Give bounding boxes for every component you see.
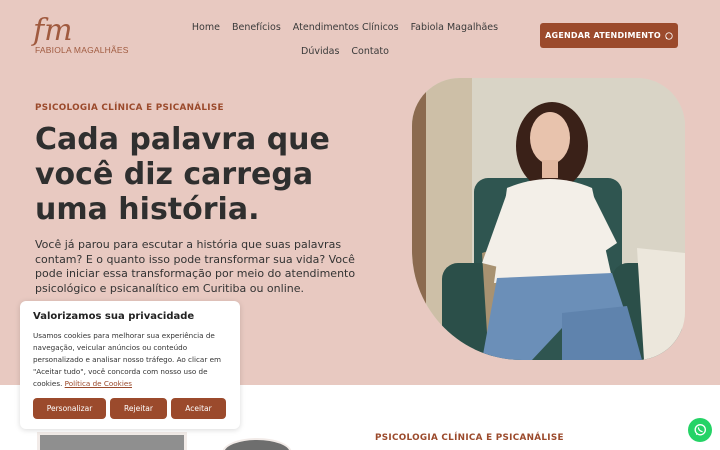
nav-beneficios[interactable]: Benefícios xyxy=(226,16,287,40)
main-nav: Home Benefícios Atendimentos Clínicos Fa… xyxy=(180,16,510,64)
whatsapp-icon xyxy=(694,424,706,436)
nav-home[interactable]: Home xyxy=(186,16,226,40)
nav-fabiola[interactable]: Fabiola Magalhães xyxy=(405,16,505,40)
cookie-policy-link[interactable]: Política de Cookies xyxy=(65,379,132,388)
logo-monogram: fm xyxy=(33,13,73,48)
hero-eyebrow: PSICOLOGIA CLÍNICA E PSICANÁLISE xyxy=(35,103,224,113)
logo-name: FABIOLA MAGALHÃES xyxy=(35,45,129,55)
nav-duvidas[interactable]: Dúvidas xyxy=(295,40,345,64)
nav-atendimentos[interactable]: Atendimentos Clínicos xyxy=(287,16,405,40)
section-eyebrow: PSICOLOGIA CLÍNICA E PSICANÁLISE xyxy=(375,433,564,443)
cookie-title: Valorizamos sua privacidade xyxy=(33,311,195,322)
cookie-text-wrap: Usamos cookies para melhorar sua experiê… xyxy=(33,330,227,390)
cookie-actions: Personalizar Rejeitar Aceitar xyxy=(33,398,226,419)
section-image-1 xyxy=(37,432,187,450)
schedule-button[interactable]: AGENDAR ATENDIMENTO xyxy=(540,23,678,48)
whatsapp-icon xyxy=(665,31,673,40)
cookie-banner: Valorizamos sua privacidade Usamos cooki… xyxy=(20,301,240,429)
schedule-button-label: AGENDAR ATENDIMENTO xyxy=(545,31,661,40)
hero-headline: Cada palavra que você diz carrega uma hi… xyxy=(35,122,330,227)
brand-logo[interactable]: fm FABIOLA MAGALHÃES xyxy=(33,13,128,56)
whatsapp-float-button[interactable] xyxy=(688,418,712,442)
hero-photo xyxy=(412,78,685,360)
nav-contato[interactable]: Contato xyxy=(345,40,395,64)
cookie-customize-button[interactable]: Personalizar xyxy=(33,398,106,419)
cookie-reject-button[interactable]: Rejeitar xyxy=(110,398,167,419)
hero-intro: Você já parou para escutar a história qu… xyxy=(35,238,356,295)
portrait-illustration xyxy=(412,78,685,360)
cookie-accept-button[interactable]: Aceitar xyxy=(171,398,226,419)
